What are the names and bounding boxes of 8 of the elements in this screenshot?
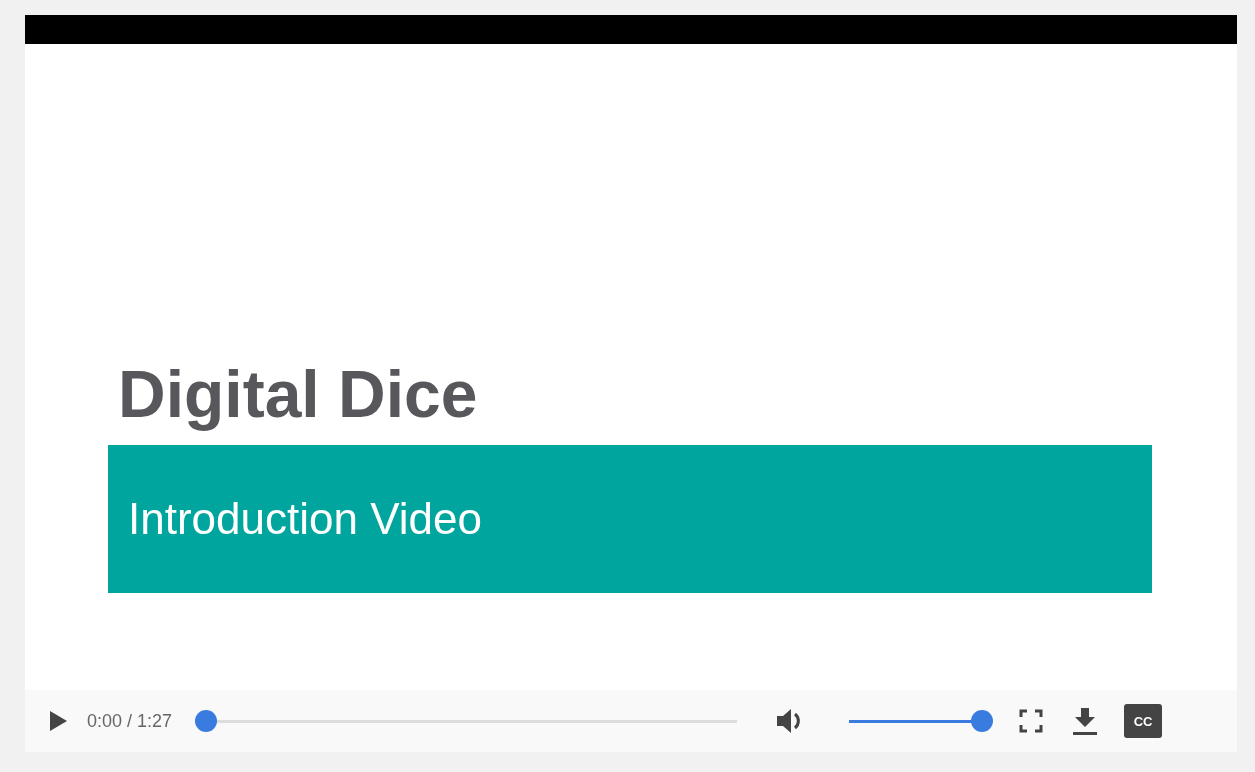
slide-subtitle: Introduction Video — [128, 494, 482, 544]
download-button[interactable] — [1072, 706, 1099, 736]
slide-title: Digital Dice — [117, 358, 478, 431]
fullscreen-button[interactable] — [1018, 708, 1045, 734]
time-display: 0:00 / 1:27 — [87, 710, 173, 732]
captions-button[interactable]: CC — [1124, 704, 1163, 738]
volume-thumb[interactable] — [971, 709, 994, 732]
progress-thumb[interactable] — [195, 709, 218, 732]
